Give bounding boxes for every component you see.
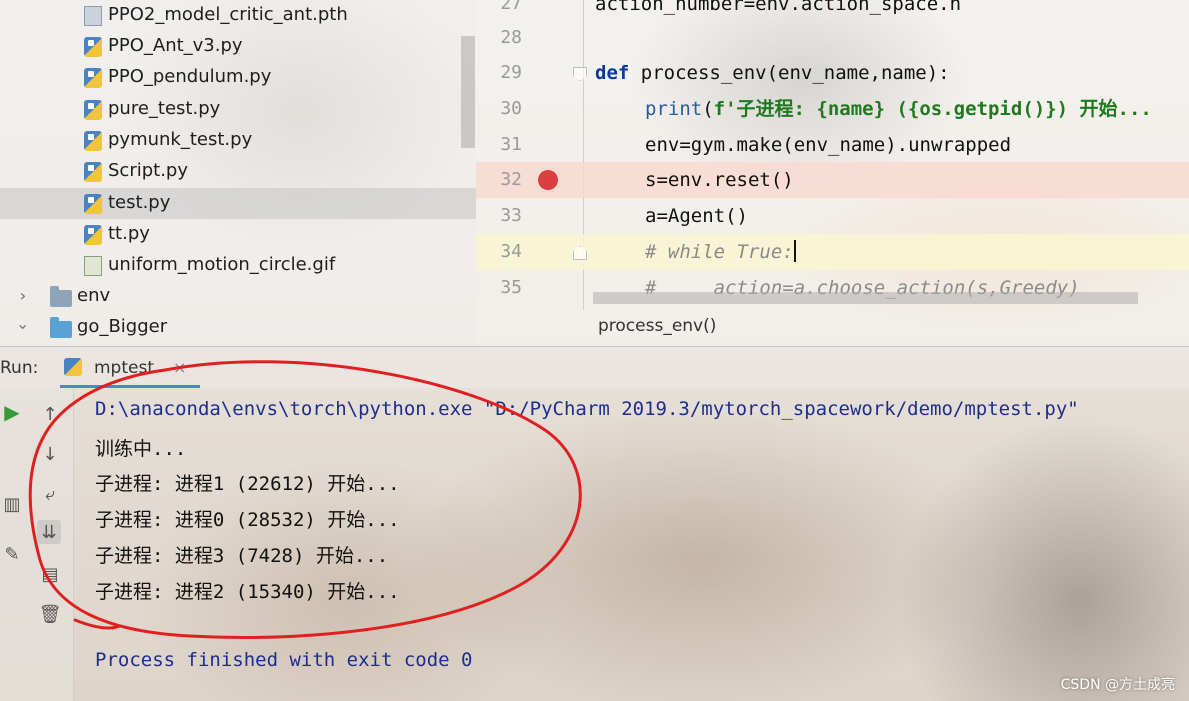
python-file-icon	[84, 225, 102, 245]
console-output-line: 子进程: 进程3 (7428) 开始...	[95, 545, 389, 567]
console-command-line: D:\anaconda\envs\torch\python.exe "D:/Py…	[95, 398, 1079, 420]
tree-item-label: go_Bigger	[77, 316, 168, 337]
tree-item-label: test.py	[108, 192, 171, 213]
code-line-29[interactable]: 29 def process_env(env_name,name):	[476, 55, 1189, 91]
soft-wrap-icon[interactable]: ⤶	[38, 482, 62, 506]
play-icon[interactable]: ▶	[0, 400, 24, 424]
line-number: 27	[500, 0, 522, 14]
tree-item-script[interactable]: Script.py	[0, 156, 476, 187]
code-line-28[interactable]: 28	[476, 20, 1189, 56]
fold-marker-icon[interactable]	[573, 67, 587, 81]
editor-breadcrumb[interactable]: process_env()	[598, 316, 716, 336]
tree-item-ppo-ant[interactable]: PPO_Ant_v3.py	[0, 31, 476, 62]
trash-icon[interactable]: 🗑	[38, 602, 62, 626]
tree-item-label: Script.py	[108, 160, 189, 181]
line-number: 28	[500, 27, 522, 48]
keyword-def: def	[595, 62, 630, 84]
code-line-32[interactable]: 32 s=env.reset()	[476, 162, 1189, 198]
line-number: 33	[500, 205, 522, 226]
tree-item-uniform-motion-circle[interactable]: uniform_motion_circle.gif	[0, 250, 476, 281]
code-text: # while True:	[645, 234, 796, 270]
python-file-icon	[84, 68, 102, 88]
line-number: 35	[500, 277, 522, 298]
tree-item-test[interactable]: test.py	[0, 188, 476, 219]
code-line-31[interactable]: 31 env=gym.make(env_name).unwrapped	[476, 127, 1189, 163]
tree-item-label: uniform_motion_circle.gif	[108, 254, 336, 275]
python-file-icon	[84, 162, 102, 182]
folder-icon	[50, 317, 72, 338]
console-output-line: 子进程: 进程1 (22612) 开始...	[95, 473, 400, 495]
tree-item-ppo2-model[interactable]: PPO2_model_critic_ant.pth	[0, 0, 476, 31]
arrow-down-icon[interactable]: ↓	[38, 442, 62, 466]
console-output-line: 子进程: 进程0 (28532) 开始...	[95, 509, 400, 531]
fold-end-marker-icon[interactable]	[573, 246, 587, 260]
chevron-down-icon[interactable]: ›	[13, 320, 33, 334]
chevron-right-icon[interactable]: ›	[16, 286, 30, 306]
builtin-print: print	[645, 98, 703, 120]
tree-item-label: pymunk_test.py	[108, 129, 253, 150]
csdn-watermark: CSDN @方土成亮	[1060, 677, 1175, 693]
python-file-icon	[84, 131, 102, 151]
console-output-line: 子进程: 进程2 (15340) 开始...	[95, 581, 400, 603]
python-file-icon	[84, 100, 102, 120]
code-line-34[interactable]: 34 # while True:	[476, 234, 1189, 270]
tree-item-label: PPO2_model_critic_ant.pth	[108, 4, 348, 25]
editor-horizontal-scrollbar[interactable]	[593, 292, 1138, 304]
print-icon[interactable]: ▤	[38, 562, 62, 586]
python-file-icon	[64, 358, 82, 376]
code-line-27[interactable]: 27 action_number=env.action_space.n	[476, 0, 1189, 22]
tree-item-ppo-pendulum[interactable]: PPO_pendulum.py	[0, 62, 476, 93]
layout-icon[interactable]: ▥	[0, 492, 24, 516]
tree-item-label: pure_test.py	[108, 98, 221, 119]
code-text: env=gym.make(env_name).unwrapped	[645, 134, 1012, 156]
tree-folder-env[interactable]: › env	[0, 281, 476, 312]
code-text: def process_env(env_name,name):	[595, 55, 950, 91]
line-number: 30	[500, 98, 522, 119]
code-text: s=env.reset()	[645, 169, 794, 191]
code-text: action_number=env.action_space.n	[595, 0, 962, 15]
comment-text: # while True:	[645, 241, 794, 263]
scroll-to-end-icon[interactable]: ⇊	[37, 520, 61, 544]
console-exit-line: Process finished with exit code 0	[95, 649, 473, 671]
code-text: print(f'子进程: {name} ({os.getpid()}) 开始..…	[645, 91, 1152, 127]
code-line-30[interactable]: 30 print(f'子进程: {name} ({os.getpid()}) 开…	[476, 91, 1189, 127]
tree-item-label: env	[77, 285, 111, 306]
line-number: 32	[500, 169, 522, 190]
paren: (	[702, 98, 714, 120]
tree-item-label: tt.py	[108, 223, 150, 244]
tree-item-pure-test[interactable]: pure_test.py	[0, 94, 476, 125]
run-panel-label: Run:	[0, 358, 39, 378]
code-line-33[interactable]: 33 a=Agent()	[476, 198, 1189, 234]
folder-icon	[50, 286, 72, 307]
tree-folder-go-bigger[interactable]: › go_Bigger	[0, 312, 476, 343]
line-number: 34	[500, 241, 522, 262]
python-file-icon	[84, 37, 102, 57]
arrow-up-icon[interactable]: ↑	[38, 402, 62, 426]
close-icon[interactable]: ×	[173, 358, 186, 377]
run-tab-label: mptest	[94, 358, 154, 378]
pin-icon[interactable]: ✎	[0, 542, 24, 566]
text-caret	[793, 240, 796, 262]
function-signature: process_env(env_name,name):	[629, 62, 950, 84]
line-number: 29	[500, 62, 522, 83]
gif-file-icon	[84, 256, 102, 276]
unknown-file-icon	[84, 6, 102, 26]
python-file-icon	[84, 194, 102, 214]
run-tab-mptest[interactable]: mptest ×	[60, 350, 200, 388]
fstring-literal: f'子进程: {name} ({os.getpid()}) 开始...	[713, 98, 1152, 120]
line-number: 31	[500, 134, 522, 155]
tree-item-label: PPO_pendulum.py	[108, 66, 272, 87]
console-output-line: 训练中...	[95, 438, 187, 460]
breakpoint-icon[interactable]	[538, 170, 558, 190]
tree-item-pymunk-test[interactable]: pymunk_test.py	[0, 125, 476, 156]
code-text: a=Agent()	[645, 205, 748, 227]
tree-item-tt[interactable]: tt.py	[0, 219, 476, 250]
tree-item-label: PPO_Ant_v3.py	[108, 35, 243, 56]
